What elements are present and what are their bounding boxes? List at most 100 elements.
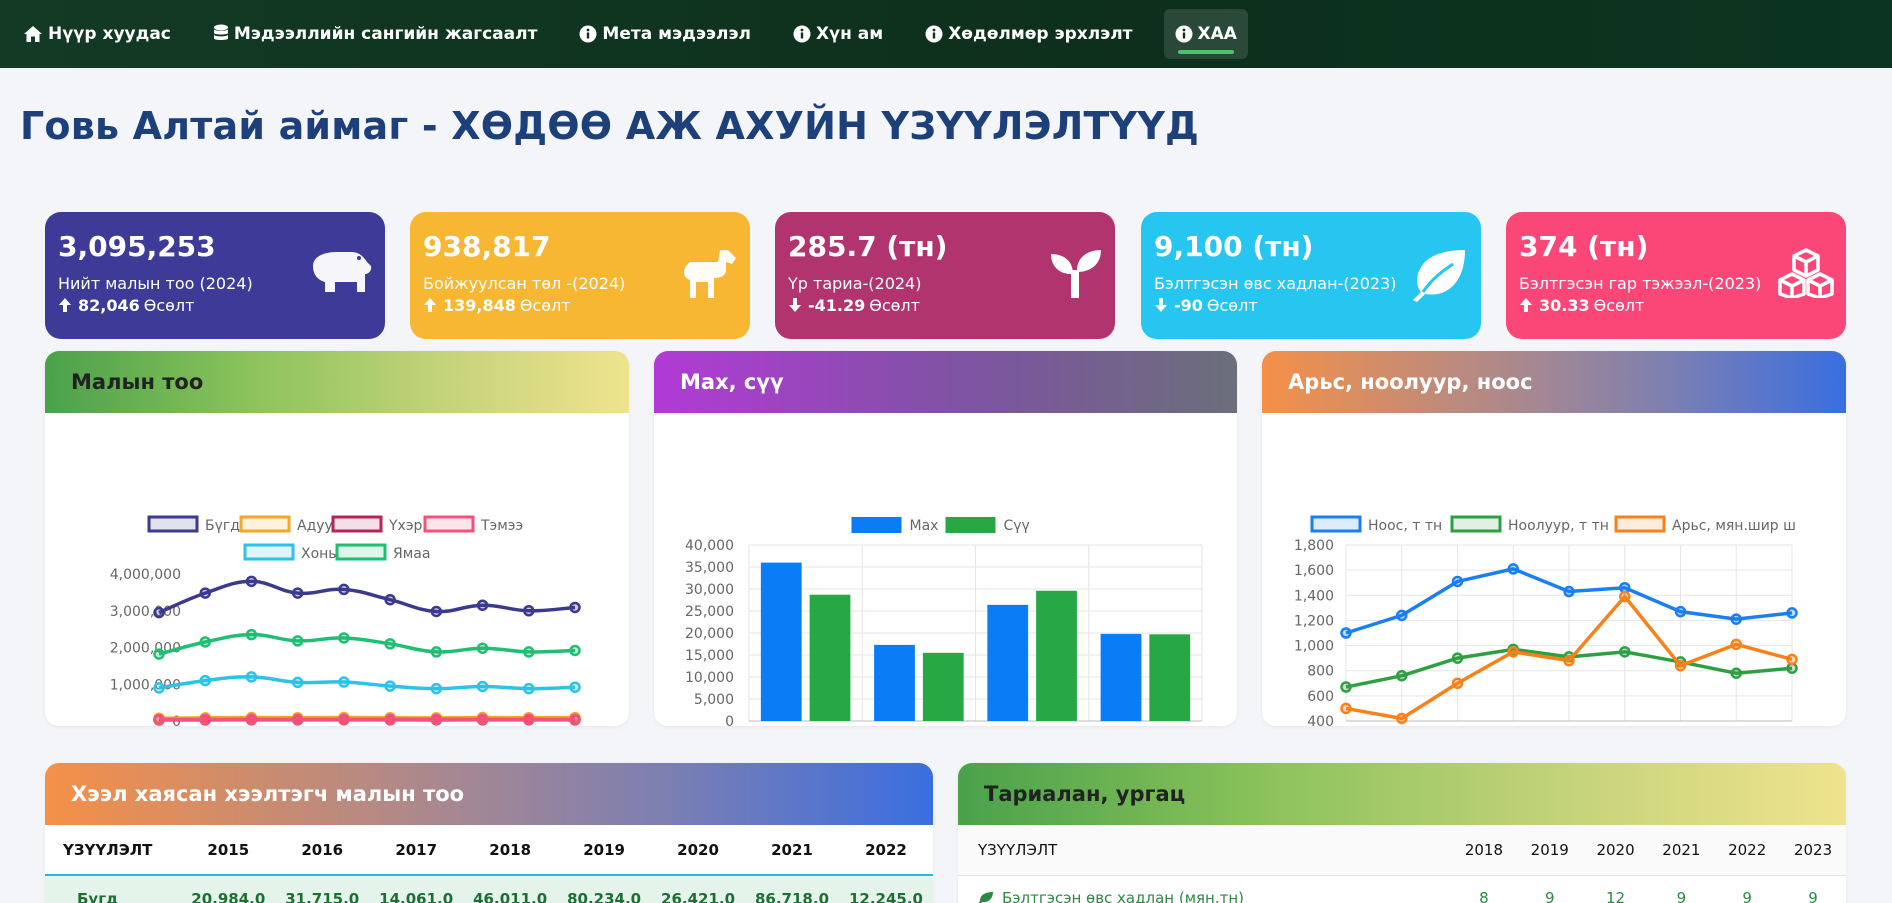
- column-header-year: 2019: [557, 825, 652, 876]
- data-point: [291, 587, 304, 599]
- y-tick-label: 40,000: [685, 538, 734, 554]
- nav-item-database-list[interactable]: Мэдээллийн сангийн жагсаалт: [202, 9, 549, 59]
- nav-item-employment[interactable]: Хөдөлмөр эрхлэлт: [914, 9, 1143, 59]
- row-label: Бэлтгэсэн өвс хадлан (мян.тн): [958, 875, 1451, 903]
- table-cell: 12,245.0: [838, 875, 933, 903]
- data-point: [430, 646, 443, 658]
- nav-item-agriculture[interactable]: ХАА: [1163, 9, 1248, 59]
- data-point: [1340, 702, 1352, 715]
- y-tick-label: 5,000: [694, 692, 734, 708]
- leaf-icon: [978, 892, 993, 903]
- card-title: Тариалан, ургац: [984, 782, 1186, 806]
- data-point: [430, 713, 443, 726]
- info-icon: [925, 25, 943, 43]
- stat-change-value: 30.33: [1539, 295, 1590, 315]
- data-point: [523, 682, 535, 695]
- leaf-icon: [1413, 250, 1465, 302]
- stat-change-suffix: Өсөлт: [1206, 295, 1258, 315]
- data-point: [1730, 613, 1742, 625]
- data-point: [245, 575, 258, 588]
- data-point: [569, 681, 581, 693]
- seedling-icon: [1051, 250, 1101, 298]
- column-header-year: 2021: [745, 825, 839, 876]
- data-point: [1674, 659, 1687, 672]
- column-header-year: 2018: [1451, 825, 1517, 876]
- y-tick-label: 20,000: [685, 626, 734, 642]
- series-line: [158, 632, 576, 656]
- arrow-down-icon: [789, 298, 801, 313]
- series-line: [158, 675, 576, 691]
- legend-swatch: [1450, 515, 1502, 533]
- data-point: [338, 713, 350, 726]
- legend-label: Бүгд: [205, 518, 240, 534]
- data-point: [1507, 646, 1519, 658]
- legend-swatch: [147, 515, 199, 533]
- table-cell: 8: [1479, 889, 1489, 903]
- y-tick-label: 30,000: [685, 582, 734, 598]
- horse-icon: [683, 250, 736, 298]
- table-cell: 12: [1606, 889, 1626, 903]
- nav-item-meta[interactable]: Мета мэдээлэл: [568, 9, 762, 59]
- card-header: Арьс, ноолуур, ноос: [1262, 351, 1846, 413]
- bar: [1036, 590, 1077, 721]
- column-header-year: 2022: [838, 825, 933, 876]
- nav-item-population[interactable]: Хүн ам: [782, 9, 894, 59]
- nav-item-label: Хөдөлмөр эрхлэлт: [948, 24, 1133, 44]
- stat-change-suffix: Өсөлт: [869, 295, 920, 315]
- table-cell: 86,718.0: [745, 875, 839, 903]
- data-point: [523, 646, 535, 658]
- chart-card-livestock: Малын тоо 4,000,000 3,000,000 2,000,000 1,0…: [45, 351, 629, 726]
- table-row: Бэлтгэсэн өвс хадлан (мян.тн) 8 9 12 9 9 9: [958, 875, 1846, 903]
- data-point: [569, 644, 581, 657]
- column-header-year: 2019: [1516, 825, 1583, 876]
- stat-change-suffix: Өсөлт: [143, 295, 195, 315]
- card-title: Мах, сүү: [680, 370, 784, 394]
- data-point: [384, 713, 396, 726]
- data-point: [1730, 638, 1742, 651]
- legend-label: Мах: [910, 518, 939, 534]
- card-header: Мах, сүү: [654, 351, 1237, 413]
- data-point: [1340, 627, 1352, 639]
- bar: [987, 604, 1029, 721]
- livestock-line-chart: 4,000,0003,000,0002,000,0001,000,0000201…: [110, 515, 581, 726]
- table-row: Бүгд 20,984.0 31,715.0 14,061.0 46,011.0 80,2…: [45, 875, 933, 903]
- card-title: Хээл хаясан хээлтэгч малын тоо: [71, 782, 465, 806]
- table-cell: 31,715.0: [275, 875, 370, 903]
- y-tick-label: 600: [1307, 689, 1334, 705]
- legend-swatch: [331, 515, 383, 533]
- stat-change-suffix: Өсөлт: [1593, 295, 1645, 315]
- info-icon: [793, 25, 811, 43]
- legend-label: Ноолуур, т тн: [1508, 518, 1609, 534]
- table-card-abortions: Хээл хаясан хээлтэгч малын тоо ҮЗҮҮЛЭЛТ 2…: [45, 763, 933, 903]
- data-point: [1674, 605, 1687, 618]
- data-point: [1786, 607, 1798, 619]
- data-point: [1451, 575, 1464, 588]
- data-point: [384, 638, 396, 650]
- top-navbar: Нүүр хуудас Мэдээллийн сангийн жагсаалт …: [0, 0, 1892, 68]
- home-icon: [24, 26, 42, 42]
- column-header-indicator: ҮЗҮҮЛЭЛТ: [45, 825, 182, 876]
- table-cell: 9: [1808, 889, 1818, 903]
- arrow-down-icon: [1155, 298, 1167, 313]
- data-point: [1396, 669, 1408, 682]
- stat-card-offspring: 938,817 Бойжуулсан төл -(2024) 139,848 Ө…: [410, 212, 750, 339]
- nav-item-label: Мэдээллийн сангийн жагсаалт: [233, 24, 538, 44]
- data-point: [153, 682, 165, 694]
- data-point: [476, 599, 489, 611]
- nav-item-home[interactable]: Нүүр хуудас: [12, 9, 182, 59]
- table-cell: 9: [1676, 889, 1687, 903]
- legend-label: Ямаа: [393, 546, 430, 562]
- table-cell: 20,984.0: [181, 875, 276, 903]
- column-header-year: 2021: [1648, 825, 1715, 876]
- data-point: [199, 674, 211, 687]
- legend-label: Хонь: [301, 546, 337, 562]
- table-card-crops: Тариалан, ургац ҮЗҮҮЛЭЛТ 2018 2019 2020 2021…: [958, 763, 1846, 903]
- series-line: [158, 579, 576, 615]
- stat-change: 82,046 Өсөлт: [58, 296, 372, 315]
- y-tick-label: 800: [1307, 664, 1334, 680]
- legend-label: Үхэр: [388, 518, 423, 534]
- arrow-up-icon: [424, 298, 436, 313]
- legend-label: Арьс, мян.шир ш: [1672, 518, 1796, 534]
- data-point: [476, 642, 489, 654]
- wool-line-chart: 1,8001,6001,4001,2001,000800600400201520…: [1294, 515, 1798, 726]
